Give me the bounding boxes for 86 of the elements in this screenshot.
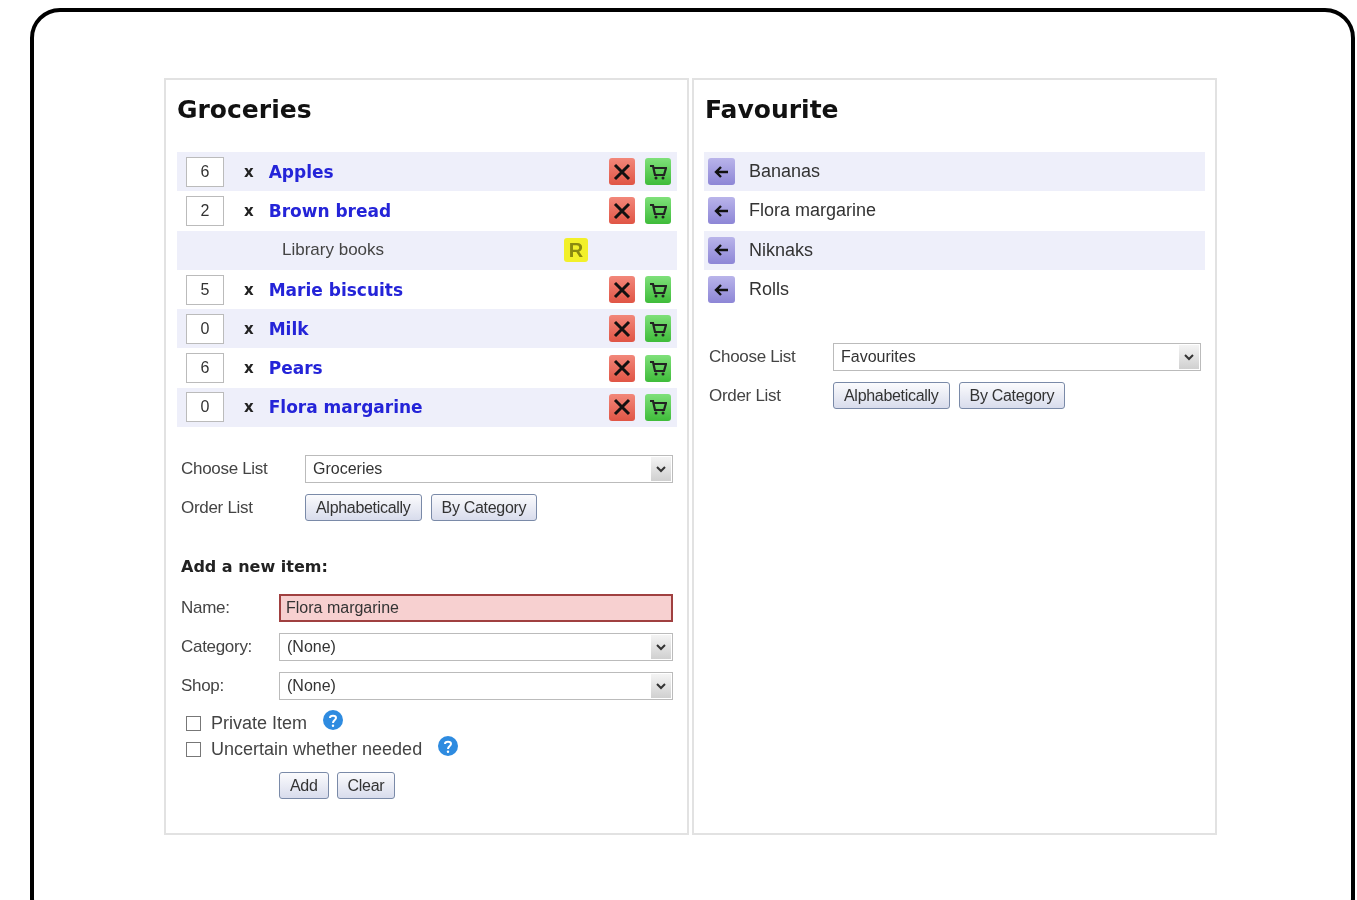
panel-title: Groceries [177,94,313,126]
add-to-list-button[interactable] [708,276,735,304]
add-to-list-button[interactable] [708,197,735,225]
delete-button[interactable] [609,197,635,225]
checkbox[interactable] [186,741,201,757]
checkbox-label: Uncertain whether needed [211,738,423,760]
delete-icon [613,319,631,338]
list-select[interactable]: Groceries [305,455,673,484]
checkbox[interactable] [186,715,201,731]
delete-icon [613,359,631,378]
favourite-item: Rolls [749,279,789,301]
item-link[interactable]: Marie biscuits [268,279,599,300]
form-button[interactable]: Add [279,772,329,800]
delete-icon [613,162,631,181]
delete-icon [613,280,631,299]
dropdown-field[interactable]: (None) [279,672,673,701]
cart-icon [649,360,667,377]
item-link[interactable]: Pears [268,358,599,379]
favourite-item: Niknaks [749,239,814,261]
cart-icon [649,163,667,180]
left-arrow-icon [714,165,729,178]
cart-icon [649,320,667,337]
left-arrow-icon [714,204,729,217]
favourite-item: Flora margarine [749,200,877,222]
choose-list-label: Choose List [181,459,269,480]
cart-icon [649,281,667,298]
cart-button[interactable] [645,276,671,304]
left-arrow-icon [714,244,729,257]
cart-icon [649,202,667,219]
dropdown-field[interactable]: (None) [279,633,673,662]
help-icon[interactable] [438,736,459,757]
help-icon[interactable] [323,710,344,731]
field-label: Name: [181,598,231,619]
dropdown-caret-icon [1184,353,1194,361]
item-link[interactable]: Milk [268,318,599,339]
delete-button[interactable] [609,276,635,304]
dropdown-caret-icon [656,682,666,690]
item-link[interactable]: Flora margarine [268,397,599,418]
cart-button[interactable] [645,197,671,225]
cart-button[interactable] [645,315,671,343]
delete-button[interactable] [609,354,635,382]
quantity-field[interactable]: 5 [186,274,224,305]
choose-list-label: Choose List [709,347,797,368]
quantity-field[interactable]: 2 [186,195,224,226]
quantity-field[interactable]: 6 [186,156,224,187]
quantity-field[interactable]: 0 [186,392,224,423]
checkbox-label: Private Item [211,712,308,734]
form-button[interactable]: Clear [336,772,396,800]
times-sign: x [244,359,254,378]
cart-icon [649,399,667,416]
order-button[interactable]: By Category [958,382,1066,410]
order-button[interactable]: Alphabetically [305,494,422,522]
quantity-field[interactable]: 6 [186,353,224,384]
name-field[interactable]: Flora margarine [279,594,673,623]
times-sign: x [244,398,254,417]
order-button[interactable]: Alphabetically [833,382,950,410]
panel-title: Favourite [705,94,840,126]
times-sign: x [244,201,254,220]
delete-button[interactable] [609,315,635,343]
favourite-item: Bananas [749,161,821,183]
times-sign: x [244,162,254,181]
left-arrow-icon [714,283,729,296]
order-button[interactable]: By Category [430,494,538,522]
cart-button[interactable] [645,393,671,421]
field-label: Category: [181,637,253,658]
add-to-list-button[interactable] [708,236,735,264]
times-sign: x [244,280,254,299]
dropdown-caret-icon [656,465,666,473]
quantity-field[interactable]: 0 [186,313,224,344]
form-heading: Add a new item: [180,557,329,577]
add-to-list-button[interactable] [708,158,735,186]
reminder-item: Library books [282,240,386,261]
times-sign: x [244,319,254,338]
order-list-label: Order List [709,385,782,406]
list-select[interactable]: Favourites [833,343,1201,372]
cart-button[interactable] [645,354,671,382]
item-link[interactable]: Brown bread [268,200,599,221]
order-list-label: Order List [181,497,254,518]
delete-button[interactable] [609,158,635,186]
delete-button[interactable] [609,393,635,421]
delete-icon [613,398,631,417]
field-label: Shop: [181,676,225,697]
delete-icon [613,201,631,220]
item-link[interactable]: Apples [268,161,599,182]
dropdown-caret-icon [656,643,666,651]
cart-button[interactable] [645,158,671,186]
